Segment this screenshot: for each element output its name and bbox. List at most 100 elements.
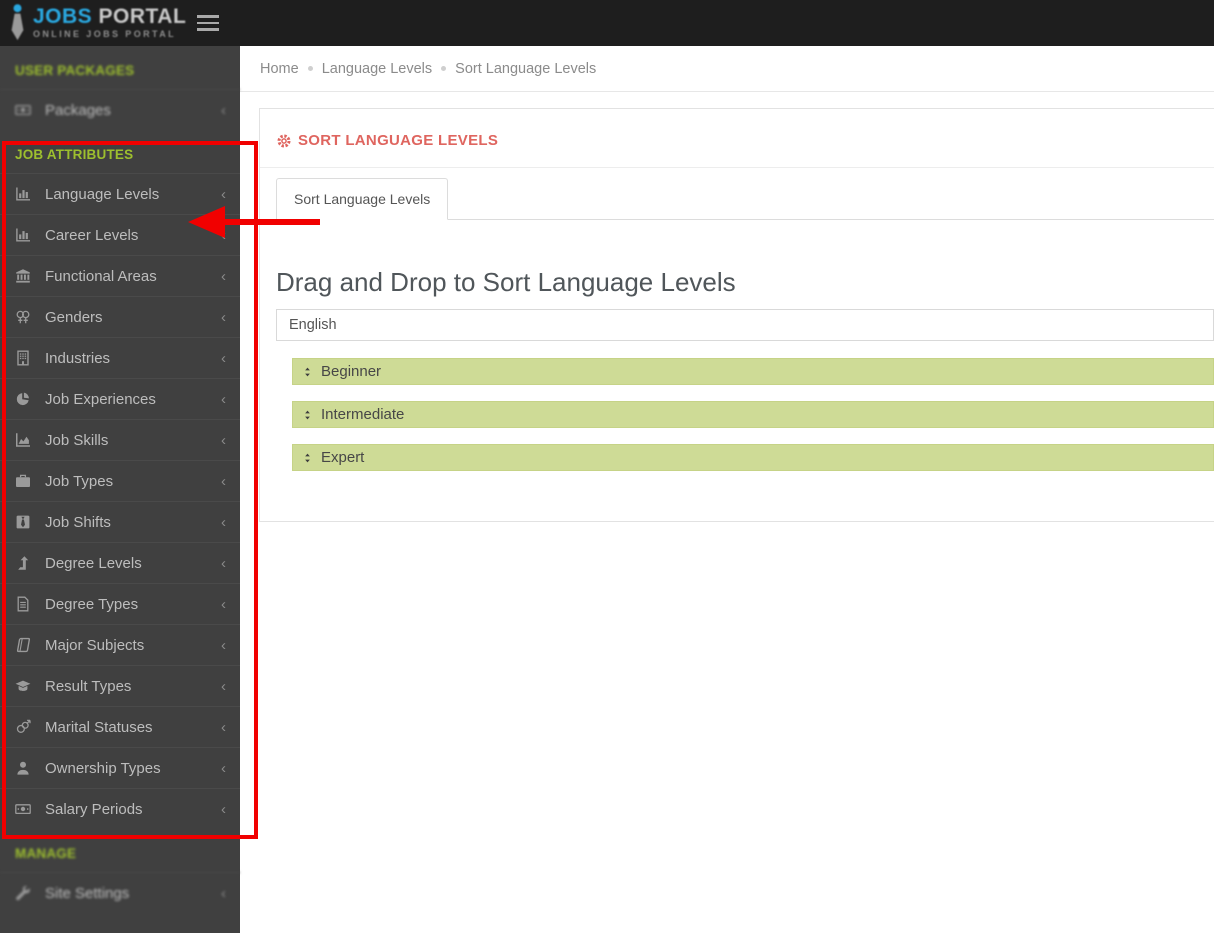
sidebar-item-industries[interactable]: Industries ‹ — [0, 337, 240, 378]
sidebar-item-label: Site Settings — [45, 884, 130, 902]
sidebar-item-job-skills[interactable]: Job Skills ‹ — [0, 419, 240, 460]
chevron-left-icon: ‹ — [221, 226, 226, 244]
sort-handle-icon[interactable] — [302, 451, 313, 465]
top-bar: JOBS PORTAL ONLINE JOBS PORTAL — [0, 0, 1214, 46]
sidebar-section-heading: JOB ATTRIBUTES — [15, 147, 134, 162]
sidebar-nav: USER PACKAGES Packages ‹ JOB ATTRIBUTES Lang… — [0, 46, 240, 933]
sidebar-item-job-types[interactable]: Job Types ‹ — [0, 460, 240, 501]
app-window: JOBS PORTAL ONLINE JOBS PORTAL USER PACK… — [0, 0, 1214, 933]
page-title-label: SORT LANGUAGE LEVELS — [298, 132, 499, 149]
sidebar-item-label: Result Types — [45, 677, 132, 695]
chevron-left-icon: ‹ — [221, 677, 226, 695]
sortable-item-intermediate[interactable]: Intermediate — [292, 401, 1214, 428]
sort-handle-icon[interactable] — [302, 408, 313, 422]
bar-chart-icon — [15, 186, 32, 202]
sidebar-item-ownership-types[interactable]: Ownership Types ‹ — [0, 747, 240, 788]
tab-row: Sort Language Levels — [260, 168, 1214, 220]
sidebar-item-degree-types[interactable]: Degree Types ‹ — [0, 583, 240, 624]
tie-icon — [15, 514, 32, 530]
chevron-left-icon: ‹ — [221, 101, 226, 119]
briefcase-icon — [15, 473, 32, 489]
sortable-item-label: Expert — [321, 449, 365, 466]
sidebar-item-major-subjects[interactable]: Major Subjects ‹ — [0, 624, 240, 665]
level-up-icon — [15, 555, 32, 571]
sidebar-section-heading: USER PACKAGES — [15, 63, 135, 78]
sidebar-item-label: Salary Periods — [45, 800, 143, 818]
page-title: SORT LANGUAGE LEVELS — [260, 109, 1214, 168]
gear-icon — [276, 133, 292, 149]
sidebar-item-result-types[interactable]: Result Types ‹ — [0, 665, 240, 706]
money-icon — [15, 102, 32, 118]
chevron-left-icon: ‹ — [221, 800, 226, 818]
sidebar-item-site-settings[interactable]: Site Settings ‹ — [0, 872, 240, 913]
sidebar-item-label: Degree Types — [45, 595, 139, 613]
sidebar-item-label: Ownership Types — [45, 759, 161, 777]
chevron-left-icon: ‹ — [221, 718, 226, 736]
graduation-cap-icon — [15, 678, 32, 694]
file-text-icon — [15, 596, 32, 612]
sidebar-item-salary-periods[interactable]: Salary Periods ‹ — [0, 788, 240, 829]
breadcrumb-item-home[interactable]: Home — [260, 61, 299, 77]
sortable-list: Beginner Intermediate Expert — [292, 358, 1214, 471]
breadcrumb-separator-icon — [441, 66, 447, 71]
sort-panel: SORT LANGUAGE LEVELS Sort Language Level… — [259, 108, 1214, 522]
breadcrumb-item-language-levels[interactable]: Language Levels — [322, 61, 432, 77]
sidebar-item-packages[interactable]: Packages ‹ — [0, 89, 240, 130]
chevron-left-icon: ‹ — [221, 349, 226, 367]
chevron-left-icon: ‹ — [221, 636, 226, 654]
sidebar-item-marital-statuses[interactable]: Marital Statuses ‹ — [0, 706, 240, 747]
tab-sort-language-levels[interactable]: Sort Language Levels — [276, 178, 449, 220]
hamburger-menu-icon[interactable] — [197, 15, 219, 35]
sidebar-item-label: Packages — [45, 101, 111, 119]
sidebar-item-job-experiences[interactable]: Job Experiences ‹ — [0, 378, 240, 419]
main-content: Home Language Levels Sort Language Levels … — [240, 46, 1214, 933]
sidebar-item-career-levels[interactable]: Career Levels ‹ — [0, 214, 240, 255]
sortable-item-beginner[interactable]: Beginner — [292, 358, 1214, 385]
chevron-left-icon: ‹ — [221, 308, 226, 326]
sortable-item-label: Intermediate — [321, 406, 405, 423]
sidebar-item-label: Job Shifts — [45, 513, 111, 531]
sidebar-item-label: Functional Areas — [45, 267, 157, 285]
drag-drop-heading: Drag and Drop to Sort Language Levels — [276, 267, 736, 297]
breadcrumb-separator-icon — [307, 66, 313, 71]
chevron-left-icon: ‹ — [221, 884, 226, 902]
chevron-left-icon: ‹ — [221, 595, 226, 613]
sidebar-item-label: Marital Statuses — [45, 718, 153, 736]
area-chart-icon — [15, 432, 32, 448]
venus-double-icon — [15, 309, 32, 325]
tab-content: Drag and Drop to Sort Language Levels En… — [260, 220, 1214, 471]
tie-logo-icon — [9, 4, 26, 41]
breadcrumb: Home Language Levels Sort Language Levels — [240, 46, 1214, 92]
sidebar-item-label: Major Subjects — [45, 636, 145, 654]
sidebar-item-label: Job Experiences — [45, 390, 156, 408]
app-logo: JOBS PORTAL ONLINE JOBS PORTAL — [9, 4, 186, 41]
sidebar-item-language-levels[interactable]: Language Levels ‹ — [0, 173, 240, 214]
sidebar-item-functional-areas[interactable]: Functional Areas ‹ — [0, 255, 240, 296]
sidebar-item-job-shifts[interactable]: Job Shifts ‹ — [0, 501, 240, 542]
chevron-left-icon: ‹ — [221, 513, 226, 531]
logo-subtitle: ONLINE JOBS PORTAL — [33, 29, 177, 39]
chevron-left-icon: ‹ — [221, 431, 226, 449]
language-group-header: English — [276, 309, 1214, 341]
intersex-icon — [15, 719, 32, 735]
sidebar-item-degree-levels[interactable]: Degree Levels ‹ — [0, 542, 240, 583]
chevron-left-icon: ‹ — [221, 267, 226, 285]
sidebar-item-genders[interactable]: Genders ‹ — [0, 296, 240, 337]
chevron-left-icon: ‹ — [221, 390, 226, 408]
user-icon — [15, 760, 32, 776]
sidebar-item-label: Degree Levels — [45, 554, 142, 572]
sidebar-item-label: Career Levels — [45, 226, 139, 244]
sidebar-item-label: Genders — [45, 308, 103, 326]
sidebar-section: MANAGE Site Settings ‹ — [0, 829, 240, 913]
building-icon — [15, 350, 32, 366]
bank-icon — [15, 268, 32, 284]
sort-handle-icon[interactable] — [302, 365, 313, 379]
wrench-icon — [15, 885, 32, 901]
logo-title: JOBS PORTAL — [33, 5, 187, 28]
pie-chart-icon — [15, 391, 32, 407]
sidebar-item-label: Language Levels — [45, 185, 160, 203]
sidebar-section: JOB ATTRIBUTES Language Levels ‹ Career Lev… — [0, 130, 240, 829]
sidebar-item-label: Job Types — [45, 472, 114, 490]
sortable-item-expert[interactable]: Expert — [292, 444, 1214, 471]
sidebar-item-label: Job Skills — [45, 431, 109, 449]
